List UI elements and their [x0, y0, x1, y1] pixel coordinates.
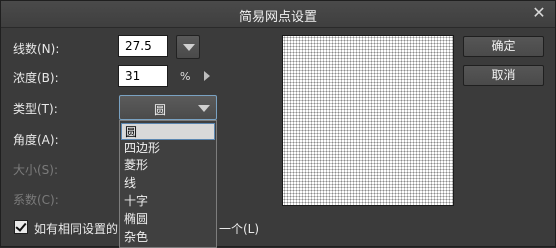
simple-screentone-settings-dialog: 简易网点设置 ✕ 线数(N): 27.5 浓度(B): 31 % 类型(T): …	[0, 0, 556, 248]
dialog-title: 简易网点设置	[238, 10, 317, 25]
dropdown-option-ellipse[interactable]: 椭圆	[121, 211, 215, 228]
same-settings-label-left: 如有相同设置的	[34, 222, 119, 236]
density-label: 浓度(B):	[13, 71, 59, 85]
type-label: 类型(T):	[13, 102, 58, 116]
same-settings-checkbox[interactable]	[14, 220, 28, 234]
cancel-button[interactable]: 取消	[463, 65, 544, 86]
dropdown-option-cross[interactable]: 十字	[121, 193, 215, 210]
ok-button[interactable]: 确定	[463, 36, 544, 57]
type-select[interactable]: 圆	[119, 95, 217, 120]
dropdown-option-line[interactable]: 线	[121, 175, 215, 192]
same-settings-label-right: 一个(L)	[219, 222, 260, 236]
coef-label: 系数(C):	[13, 193, 59, 207]
angle-label: 角度(A):	[13, 133, 59, 147]
density-input[interactable]: 31	[118, 65, 168, 87]
size-label: 大小(S):	[13, 163, 59, 177]
density-unit: %	[180, 70, 191, 83]
type-dropdown-list: 圆 四边形 菱形 线 十字 椭圆 杂色	[119, 120, 217, 248]
chevron-down-icon	[198, 105, 210, 112]
dropdown-option-diamond[interactable]: 菱形	[121, 157, 215, 174]
right-arrow-icon[interactable]	[204, 71, 210, 81]
type-select-value: 圆	[153, 103, 166, 117]
title-bar: 简易网点设置 ✕	[1, 1, 555, 28]
dropdown-option-circle[interactable]: 圆	[121, 123, 215, 140]
dropdown-option-noise[interactable]: 杂色	[121, 229, 215, 246]
dropdown-option-square[interactable]: 四边形	[121, 140, 215, 157]
lines-dropdown-button[interactable]	[176, 35, 200, 59]
close-icon[interactable]: ✕	[531, 5, 547, 21]
lines-input[interactable]: 27.5	[118, 35, 168, 57]
lines-label: 线数(N):	[13, 42, 60, 56]
screentone-preview	[282, 35, 454, 206]
